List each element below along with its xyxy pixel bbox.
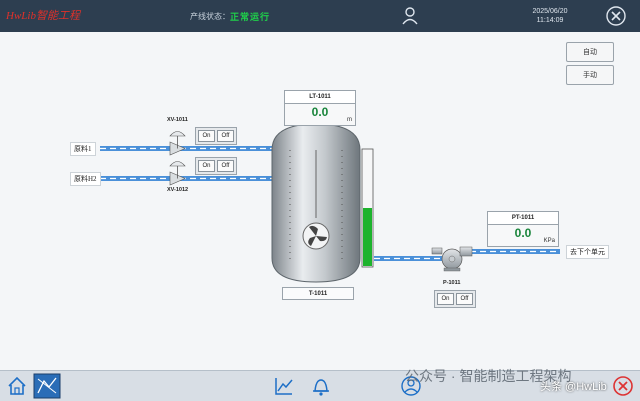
- feed-pipe-2: [100, 176, 272, 181]
- process-graphics: [100, 123, 560, 283]
- valve-2-on-button[interactable]: On: [198, 160, 215, 172]
- exit-icon[interactable]: [612, 375, 634, 397]
- process-overview-icon[interactable]: [33, 373, 61, 399]
- auto-mode-button[interactable]: 自动: [566, 42, 614, 62]
- valve-2-onoff: On Off: [195, 157, 237, 175]
- valve-2-off-button[interactable]: Off: [217, 160, 234, 172]
- valve-1-on-button[interactable]: On: [198, 130, 215, 142]
- level-transmitter-panel: LT-1011 0.0 m: [284, 90, 356, 126]
- agitator-icon[interactable]: [302, 222, 330, 250]
- lt-value: 0.0: [311, 105, 329, 119]
- feed-1-label: 原料1: [70, 142, 96, 156]
- pump-onoff: On Off: [434, 290, 476, 308]
- lt-unit: m: [347, 117, 352, 123]
- manual-mode-button[interactable]: 手动: [566, 65, 614, 85]
- tank-t-1011[interactable]: [271, 123, 361, 283]
- pump-on-button[interactable]: On: [437, 293, 454, 305]
- valve-xv-1012[interactable]: [169, 161, 186, 186]
- tank-tag: T-1011: [282, 287, 354, 300]
- watermark-text-2: 头条 @HwLib: [540, 381, 607, 393]
- pt-unit: KPa: [543, 238, 555, 244]
- level-gauge: [361, 148, 374, 268]
- pressure-transmitter-panel: PT-1011 0.0 KPa: [487, 211, 559, 247]
- valve-xv-1011[interactable]: [169, 131, 186, 156]
- alarm-bell-icon[interactable]: [310, 375, 332, 397]
- pump-off-button[interactable]: Off: [456, 293, 473, 305]
- feed-pipe-1: [100, 146, 272, 151]
- outlet-label: 去下个单元: [566, 245, 609, 259]
- valve-1-onoff: On Off: [195, 127, 237, 145]
- home-icon[interactable]: [6, 375, 28, 397]
- lt-tag: LT-1011: [285, 91, 355, 104]
- valve-2-tag: XV-1012: [167, 187, 189, 193]
- pt-tag: PT-1011: [488, 212, 558, 225]
- trend-chart-icon[interactable]: [273, 375, 295, 397]
- level-fill: [363, 208, 372, 266]
- feed-2-label: 原料H2: [70, 172, 101, 186]
- valve-1-tag: XV-1011: [167, 117, 188, 123]
- pump-tag: P-1011: [443, 280, 461, 286]
- valve-1-off-button[interactable]: Off: [217, 130, 234, 142]
